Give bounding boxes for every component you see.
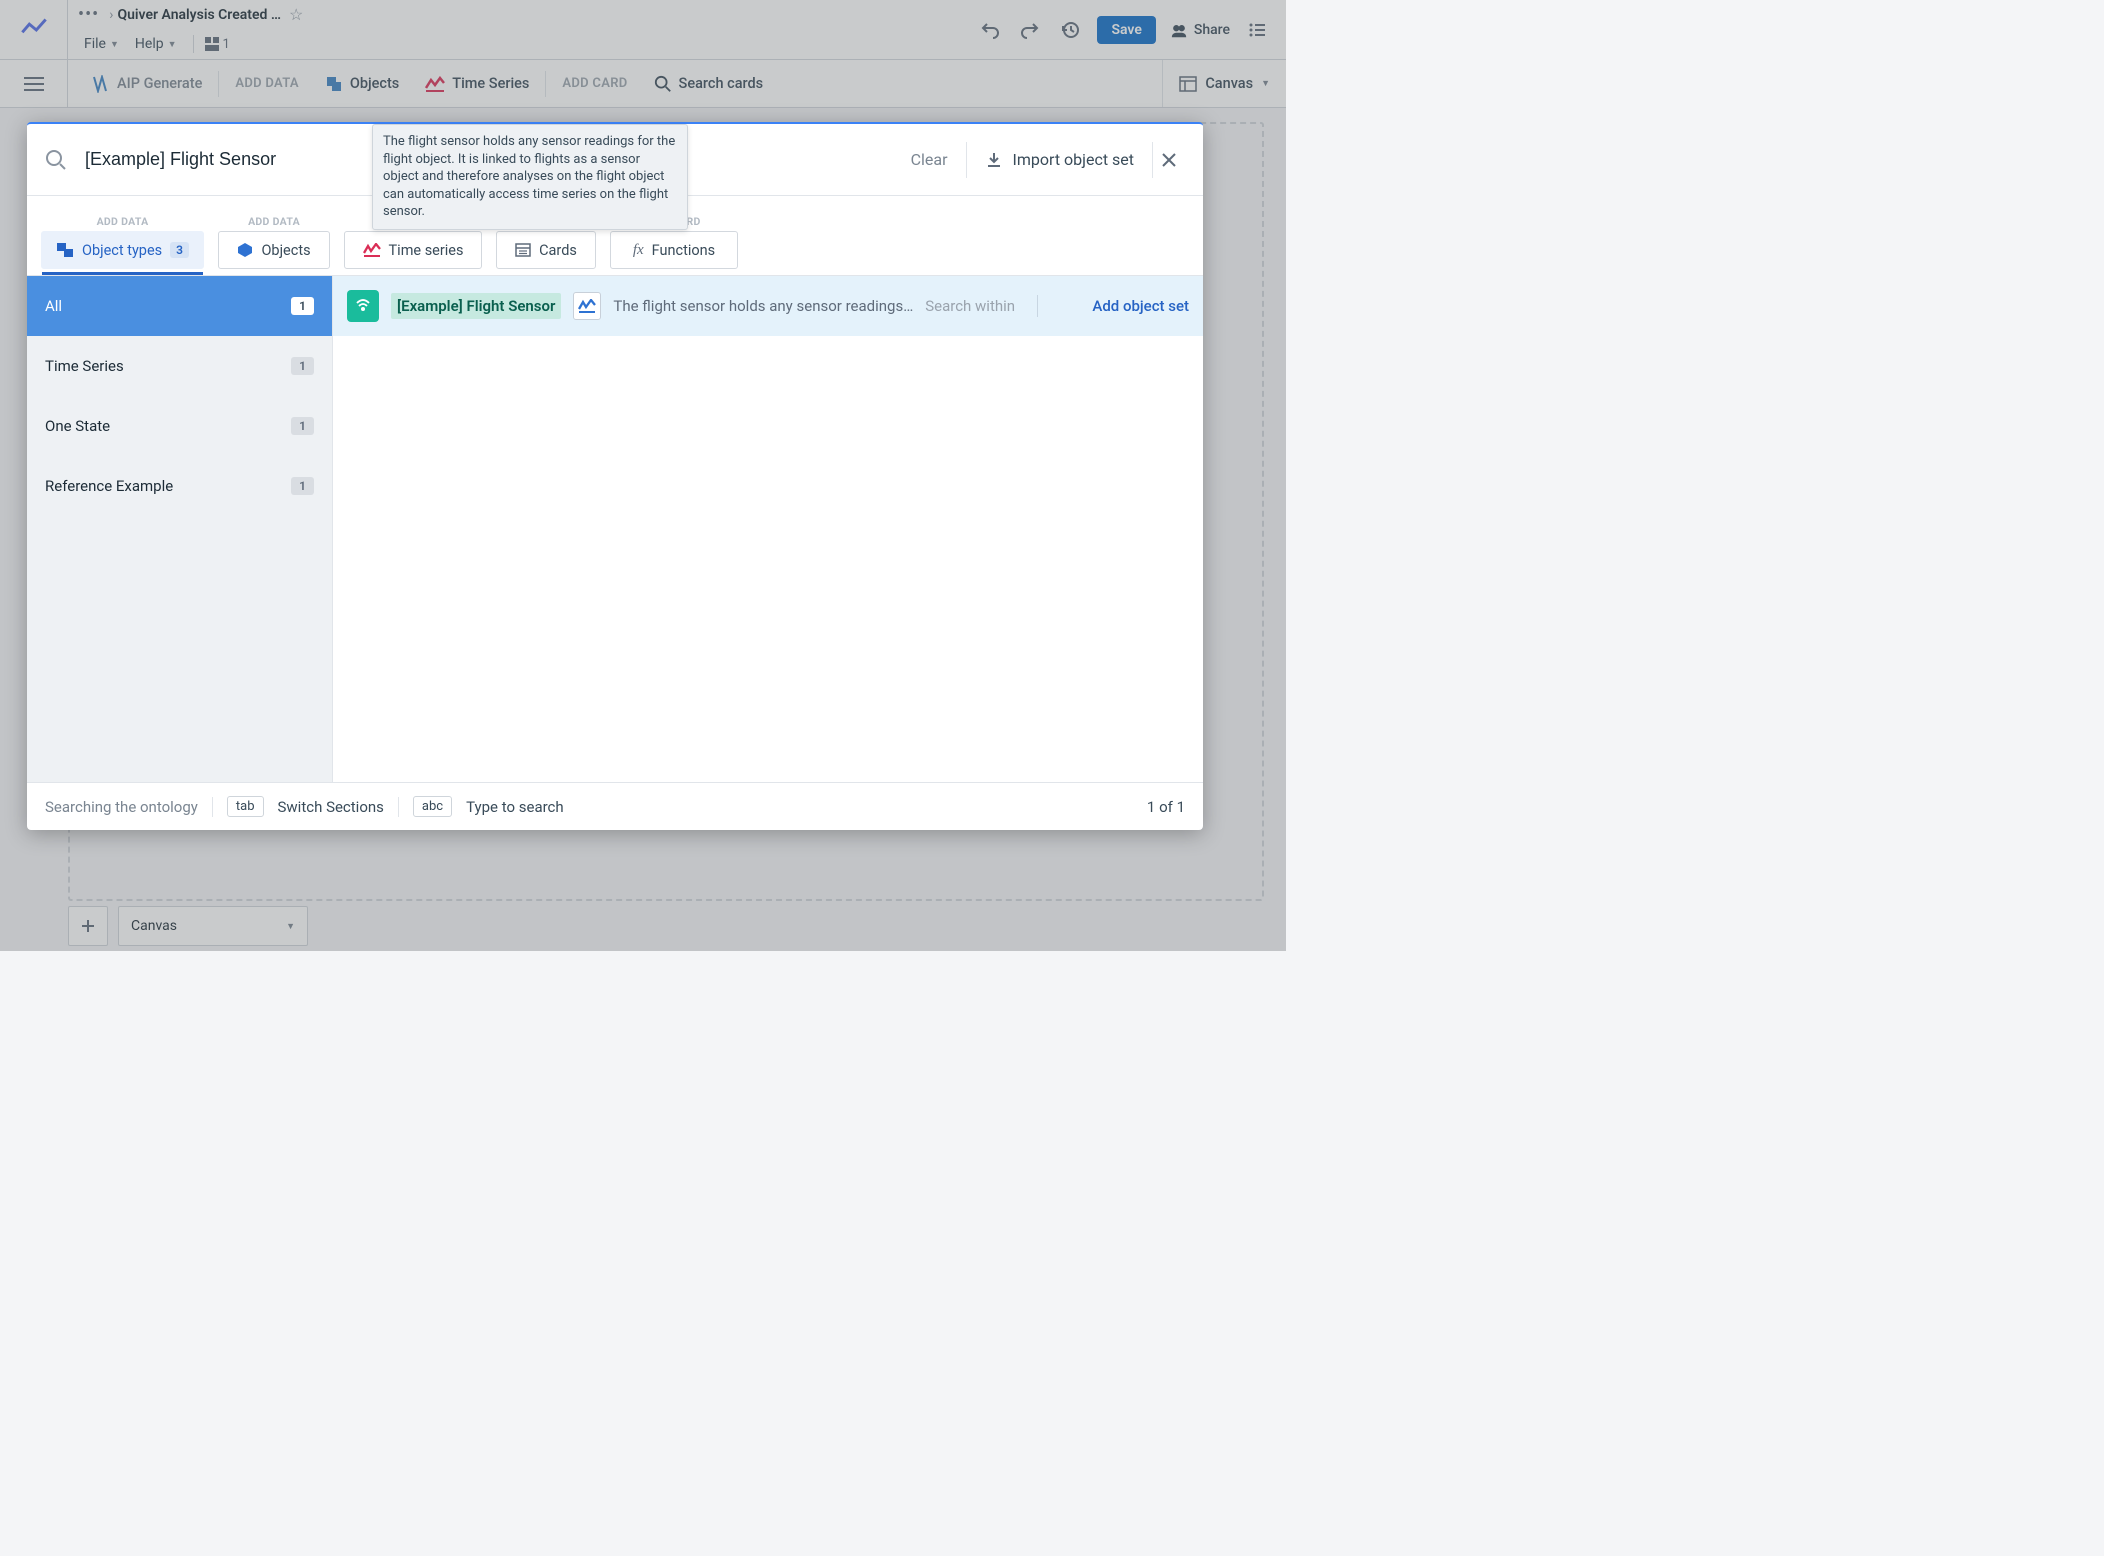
add-object-set-link[interactable]: Add object set <box>1092 297 1189 315</box>
tab-object-types[interactable]: Object types 3 <box>41 231 204 269</box>
result-row[interactable]: [Example] Flight Sensor The flight senso… <box>333 276 1203 336</box>
dashboard-indicator[interactable]: 1 <box>204 36 230 52</box>
add-card-button[interactable]: ADD CARD <box>550 60 639 107</box>
time-series-label: Time Series <box>452 75 529 92</box>
star-icon[interactable]: ☆ <box>289 5 303 24</box>
tab-object-types-label: Object types <box>82 242 162 259</box>
search-cards-button[interactable]: Search cards <box>642 60 776 107</box>
sidebar-item-reference-example[interactable]: Reference Example 1 <box>27 456 332 516</box>
tab-objects[interactable]: Objects <box>218 231 330 269</box>
close-button[interactable] <box>1153 152 1185 168</box>
add-data-caption: ADD DATA <box>41 215 204 228</box>
sidebar-item-count: 1 <box>291 417 314 435</box>
app-logo[interactable] <box>0 0 68 59</box>
caret-down-icon: ▼ <box>110 39 119 50</box>
canvas-selector-label: Canvas <box>131 918 177 934</box>
aip-generate-button[interactable]: AIP Generate <box>78 60 214 107</box>
canvas-label: Canvas <box>1205 75 1253 92</box>
sidebar-item-label: One State <box>45 417 110 435</box>
objects-label: Objects <box>350 75 399 92</box>
share-label: Share <box>1194 22 1230 38</box>
tab-time-series[interactable]: Time series <box>344 231 482 269</box>
time-series-button[interactable]: Time Series <box>413 60 541 107</box>
result-counter: 1 of 1 <box>1147 798 1185 816</box>
sidebar-item-count: 1 <box>291 297 314 315</box>
chevron-right-icon: › <box>109 7 113 23</box>
breadcrumb-title[interactable]: Quiver Analysis Created … <box>117 7 281 23</box>
import-label: Import object set <box>1013 150 1134 169</box>
search-cards-label: Search cards <box>679 75 764 92</box>
save-button[interactable]: Save <box>1097 16 1155 44</box>
sidebar-item-label: Reference Example <box>45 477 173 495</box>
abc-key-hint: abc <box>413 796 452 817</box>
chart-icon <box>573 292 601 320</box>
category-sidebar: All 1 Time Series 1 One State 1 Referenc… <box>27 276 333 782</box>
tab-functions-label: Functions <box>652 242 715 259</box>
sidebar-item-one-state[interactable]: One State 1 <box>27 396 332 456</box>
result-title: [Example] Flight Sensor <box>391 293 561 319</box>
sidebar-item-time-series[interactable]: Time Series 1 <box>27 336 332 396</box>
list-icon[interactable] <box>1244 20 1270 40</box>
redo-icon[interactable] <box>1017 20 1043 40</box>
search-within-link[interactable]: Search within <box>925 297 1015 315</box>
sidebar-item-all[interactable]: All 1 <box>27 276 332 336</box>
add-data-button[interactable]: ADD DATA <box>223 60 311 107</box>
import-object-set-button[interactable]: Import object set <box>967 150 1152 169</box>
file-menu-label: File <box>84 36 106 52</box>
tooltip: The flight sensor holds any sensor readi… <box>372 124 688 230</box>
add-card-label: ADD CARD <box>562 76 627 91</box>
hamburger-menu[interactable] <box>0 60 68 107</box>
canvas-selector[interactable]: Canvas ▼ <box>118 906 308 946</box>
switch-sections-label: Switch Sections <box>278 798 384 816</box>
add-data-label: ADD DATA <box>235 76 299 91</box>
sensor-icon <box>347 290 379 322</box>
search-icon <box>45 149 67 171</box>
help-menu[interactable]: Help ▼ <box>129 34 183 54</box>
more-icon[interactable]: ••• <box>78 6 99 24</box>
tab-time-series-label: Time series <box>389 242 464 259</box>
sidebar-item-count: 1 <box>291 477 314 495</box>
tab-objects-label: Objects <box>261 242 310 259</box>
tab-cards-label: Cards <box>539 242 577 259</box>
add-data-caption-2: ADD DATA <box>218 215 330 228</box>
tab-key-hint: tab <box>227 796 264 817</box>
canvas-dropdown[interactable]: Canvas ▼ <box>1162 60 1286 107</box>
clear-button[interactable]: Clear <box>893 150 966 169</box>
file-menu[interactable]: File ▼ <box>78 34 125 54</box>
sidebar-item-label: All <box>45 297 62 315</box>
caret-down-icon: ▼ <box>286 921 295 932</box>
dashboard-count: 1 <box>223 37 230 52</box>
undo-icon[interactable] <box>977 20 1003 40</box>
sidebar-item-label: Time Series <box>45 357 124 375</box>
type-to-search-label: Type to search <box>466 798 564 816</box>
aip-generate-label: AIP Generate <box>117 75 202 92</box>
footer-searching-label: Searching the ontology <box>45 798 198 816</box>
tab-object-types-count: 3 <box>170 242 189 258</box>
history-icon[interactable] <box>1057 20 1083 40</box>
sidebar-item-count: 1 <box>291 357 314 375</box>
share-button[interactable]: Share <box>1170 21 1230 39</box>
caret-down-icon: ▼ <box>1261 78 1270 89</box>
tab-cards[interactable]: Cards <box>496 231 596 269</box>
result-description: The flight sensor holds any sensor readi… <box>613 297 913 315</box>
add-canvas-button[interactable] <box>68 906 108 946</box>
objects-button[interactable]: Objects <box>313 60 411 107</box>
tab-functions[interactable]: fx Functions <box>610 231 738 269</box>
help-menu-label: Help <box>135 36 164 52</box>
caret-down-icon: ▼ <box>168 39 177 50</box>
